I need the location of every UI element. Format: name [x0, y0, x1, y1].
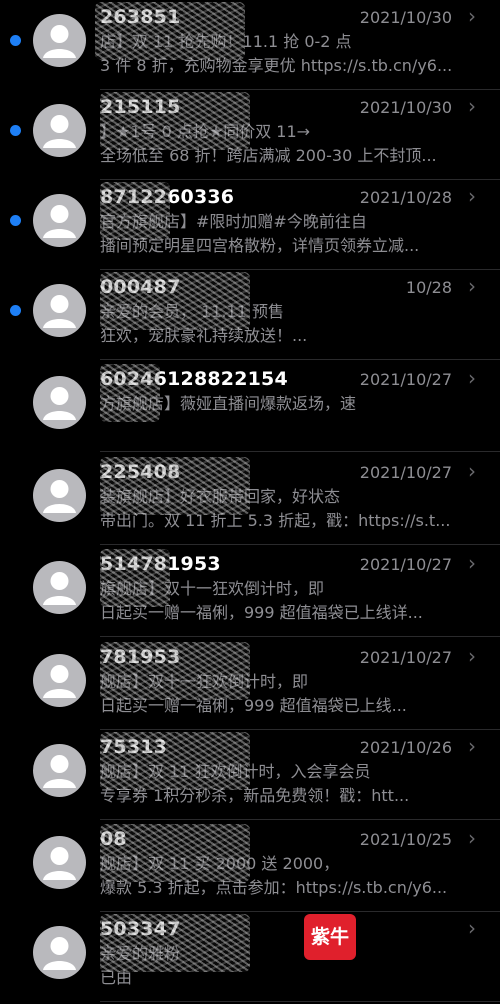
message-row[interactable]: 082021/10/25›舰店】双 11 买 2000 送 2000，爆款 5.…: [0, 822, 500, 914]
redaction-scribble: [100, 914, 250, 972]
unread-indicator: [10, 305, 21, 316]
redaction-scribble: [100, 457, 250, 515]
message-row[interactable]: 60246128822154 2021/10/27 › 方旗舰店】薇娅直播间爆款返场，…: [0, 362, 500, 454]
chevron-right-icon: ›: [468, 644, 476, 668]
message-row[interactable]: 00048710/28›亲爱的会员， 11.11 预售狂欢，宠肤豪礼持续放送！.…: [0, 270, 500, 362]
redaction-scribble: [100, 182, 170, 240]
chevron-right-icon: ›: [468, 184, 476, 208]
chevron-right-icon: ›: [468, 366, 476, 390]
unread-indicator: [10, 215, 21, 226]
contact-avatar-icon: [33, 284, 86, 337]
message-date: 10/28: [405, 278, 452, 297]
redaction-scribble: [100, 732, 250, 790]
redaction-scribble: [100, 549, 170, 607]
message-row[interactable]: 753132021/10/26›舰店】双 11 狂欢倒计时，入会享会员专享券 1…: [0, 730, 500, 822]
contact-avatar-icon: [33, 744, 86, 797]
unread-indicator: [10, 125, 21, 136]
row-divider: [100, 1001, 500, 1002]
message-row[interactable]: 2638512021/10/30›店】双 11 抢先购！11.1 抢 0-2 点…: [0, 0, 500, 92]
message-row[interactable]: 87122603362021/10/28›官方旗舰店】#限时加赠#今晚前往自播间…: [0, 180, 500, 272]
unread-indicator: [10, 35, 21, 46]
redaction-scribble: [100, 272, 250, 330]
row-divider: [100, 359, 500, 360]
contact-avatar-icon: [33, 104, 86, 157]
chevron-right-icon: ›: [468, 94, 476, 118]
message-row[interactable]: 7819532021/10/27›舰店】双十一狂欢倒计时，即日起买一赠一福俐，9…: [0, 640, 500, 732]
message-date: 2021/10/30: [359, 8, 452, 27]
chevron-right-icon: ›: [468, 916, 476, 940]
contact-avatar-icon: [33, 14, 86, 67]
row-divider: [100, 819, 500, 820]
redaction-scribble: [100, 824, 250, 882]
redaction-scribble: [100, 642, 250, 700]
contact-avatar-icon: [33, 654, 86, 707]
contact-avatar-icon: [33, 194, 86, 247]
message-date: 2021/10/27: [359, 463, 452, 482]
message-row[interactable]: 503347›亲爱的雅粉已由: [0, 912, 500, 1004]
contact-avatar-icon: [33, 469, 86, 522]
message-row[interactable]: 2254082021/10/27›装旗舰店】好衣服带回家，好状态带出门。双 11…: [0, 455, 500, 547]
message-date: 2021/10/27: [359, 370, 452, 389]
contact-avatar-icon: [33, 926, 86, 979]
watermark-logo: 紫牛: [304, 914, 356, 960]
message-date: 2021/10/27: [359, 555, 452, 574]
message-row[interactable]: 2151152021/10/30›】★1号 0 点抢★同价双 11→全场低至 6…: [0, 90, 500, 182]
chevron-right-icon: ›: [468, 4, 476, 28]
message-date: 2021/10/27: [359, 648, 452, 667]
contact-avatar-icon: [33, 836, 86, 889]
message-date: 2021/10/30: [359, 98, 452, 117]
chevron-right-icon: ›: [468, 274, 476, 298]
redaction-scribble: [100, 364, 160, 422]
contact-avatar-icon: [33, 376, 86, 429]
row-divider: [100, 544, 500, 545]
row-divider: [100, 451, 500, 452]
chevron-right-icon: ›: [468, 734, 476, 758]
row-divider: [100, 636, 500, 637]
message-date: 2021/10/26: [359, 738, 452, 757]
message-date: 2021/10/25: [359, 830, 452, 849]
redaction-scribble: [100, 92, 250, 150]
contact-avatar-icon: [33, 561, 86, 614]
chevron-right-icon: ›: [468, 459, 476, 483]
chevron-right-icon: ›: [468, 551, 476, 575]
chevron-right-icon: ›: [468, 826, 476, 850]
message-row[interactable]: 5147819532021/10/27›旗舰店】双十一狂欢倒计时，即日起买一赠一…: [0, 547, 500, 639]
redaction-scribble: [95, 2, 245, 60]
message-date: 2021/10/28: [359, 188, 452, 207]
